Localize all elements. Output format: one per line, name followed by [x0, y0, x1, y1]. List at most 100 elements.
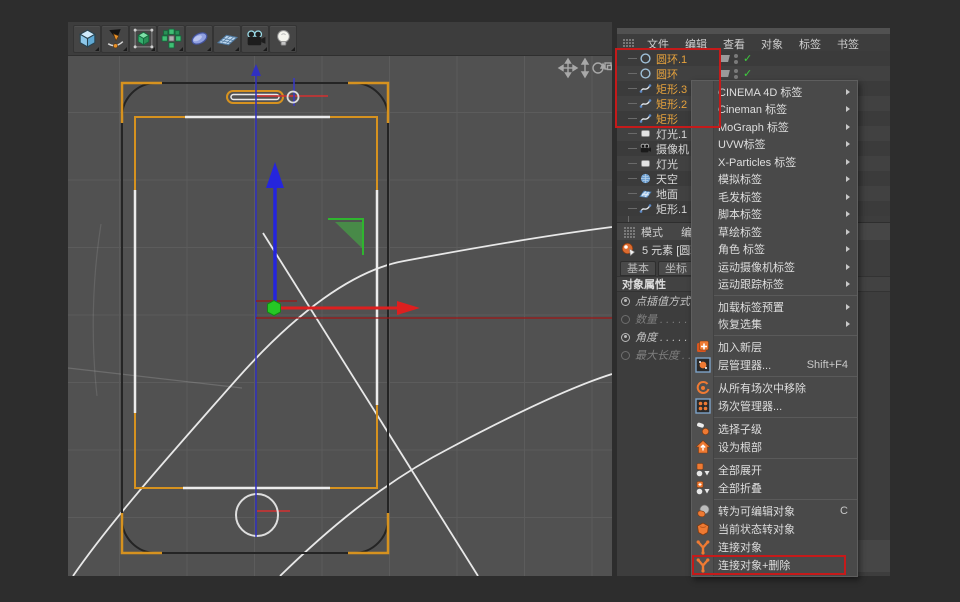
menu-item-毛发标签[interactable]: 毛发标签: [692, 188, 857, 206]
cinema4d-window: 文件编辑查看对象标签书签 圆环.1✓圆环✓矩形.3矩形.2矩形灯光.1摄像机灯光…: [0, 0, 960, 602]
pan-icon[interactable]: [559, 59, 577, 77]
layer-color-icon[interactable]: [719, 70, 730, 77]
menu-item-草绘标签[interactable]: 草绘标签: [692, 223, 857, 241]
menu-item-连接对象-删除[interactable]: 连接对象+删除: [692, 556, 857, 574]
keyframe-circle-icon[interactable]: [621, 351, 630, 360]
submenu-arrow-icon: [846, 159, 850, 165]
menu-item-加载标签预置[interactable]: 加载标签预置: [692, 298, 857, 316]
spline-object-icon: [639, 97, 652, 110]
menu-item-MoGraph-标签[interactable]: MoGraph 标签: [692, 118, 857, 136]
object-label: 矩形.3: [656, 81, 687, 97]
menu-item-连接对象[interactable]: 连接对象: [692, 538, 857, 556]
object-row[interactable]: 圆环✓: [617, 66, 890, 81]
om-menu-4[interactable]: 对象: [753, 36, 791, 52]
spline-curve-lower: [280, 374, 612, 576]
menu-item-全部折叠[interactable]: 全部折叠: [692, 479, 857, 497]
visibility-dots-icon[interactable]: [734, 53, 738, 65]
menu-item-label: 运动摄像机标签: [718, 259, 795, 275]
menu-shortcut: C: [840, 505, 848, 517]
object-label: 矩形: [656, 111, 678, 127]
connect-delete-icon: [695, 557, 711, 573]
panel-grip-icon[interactable]: [622, 38, 634, 50]
keyframe-circle-icon[interactable]: [621, 333, 630, 342]
toggle-view-icon[interactable]: [605, 63, 612, 70]
add-cube-button[interactable]: [73, 25, 101, 53]
rotate-icon[interactable]: [593, 63, 605, 73]
menu-item-从所有场次中移除[interactable]: 从所有场次中移除: [692, 379, 857, 397]
keyframe-circle-icon[interactable]: [621, 315, 630, 324]
menu-item-加入新层[interactable]: 加入新层: [692, 338, 857, 356]
circle-object-icon: [639, 52, 652, 65]
menu-item-脚本标签[interactable]: 脚本标签: [692, 206, 857, 224]
pen-spline-button[interactable]: [101, 25, 129, 53]
menu-item-转为可编辑对象[interactable]: 转为可编辑对象C: [692, 502, 857, 520]
submenu-arrow-icon: [846, 124, 850, 130]
array-generator-button[interactable]: [157, 25, 185, 53]
menu-item-Cineman-标签[interactable]: Cineman 标签: [692, 101, 857, 119]
submenu-corner-icon: [123, 47, 127, 51]
menu-item-label: 全部展开: [718, 462, 762, 478]
tab-基本[interactable]: 基本: [620, 261, 656, 276]
menu-item-label: 加入新层: [718, 339, 762, 355]
submenu-arrow-icon: [846, 264, 850, 270]
visibility-dots-icon[interactable]: [734, 68, 738, 80]
menu-item-当前状态转对象[interactable]: 当前状态转对象: [692, 520, 857, 538]
select-children-icon: [695, 421, 711, 437]
menu-item-label: 从所有场次中移除: [718, 380, 806, 396]
light-object-icon: [639, 157, 652, 170]
deformer-button[interactable]: [185, 25, 213, 53]
submenu-arrow-icon: [846, 304, 850, 310]
tab-坐标[interactable]: 坐标: [658, 261, 694, 276]
menu-item-模拟标签[interactable]: 模拟标签: [692, 171, 857, 189]
menu-item-label: 加载标签预置: [718, 299, 784, 315]
enabled-check-icon[interactable]: ✓: [743, 67, 752, 80]
gizmo-x-arrowhead[interactable]: [397, 301, 420, 315]
tree-tick: [628, 58, 637, 59]
panel-grip-icon[interactable]: [623, 226, 635, 238]
om-menu-5[interactable]: 标签: [791, 36, 829, 52]
viewport-grid: [68, 56, 612, 576]
floor-environment-button[interactable]: [213, 25, 241, 53]
submenu-arrow-icon: [846, 229, 850, 235]
light-button[interactable]: [269, 25, 297, 53]
object-label: 矩形.1: [656, 201, 687, 217]
menu-item-恢复选集[interactable]: 恢复选集: [692, 316, 857, 334]
mode-menu[interactable]: 模式: [641, 224, 663, 240]
submenu-corner-icon: [207, 47, 211, 51]
enabled-check-icon[interactable]: ✓: [743, 52, 752, 65]
menu-item-层管理器---[interactable]: 层管理器...Shift+F4: [692, 356, 857, 374]
menu-item-label: 角色 标签: [718, 241, 765, 257]
green-corner-spline[interactable]: [328, 219, 363, 255]
gizmo-y-arrowhead[interactable]: [266, 162, 284, 188]
submenu-arrow-icon: [846, 106, 850, 112]
submenu-arrow-icon: [846, 281, 850, 287]
phone-home-button-spline[interactable]: [236, 494, 290, 536]
menu-item-场次管理器---[interactable]: 场次管理器...: [692, 397, 857, 415]
menu-item-label: 脚本标签: [718, 206, 762, 222]
object-label: 天空: [656, 171, 678, 187]
om-menu-6[interactable]: 书签: [829, 36, 867, 52]
viewport-nav: [559, 59, 612, 77]
object-row[interactable]: 圆环.1✓: [617, 51, 890, 66]
menu-item-运动跟踪标签[interactable]: 运动跟踪标签: [692, 276, 857, 294]
menu-item-全部展开[interactable]: 全部展开: [692, 461, 857, 479]
viewport[interactable]: [68, 56, 612, 576]
menu-item-X-Particles-标签[interactable]: X-Particles 标签: [692, 153, 857, 171]
om-menu-3[interactable]: 查看: [715, 36, 753, 52]
object-toggles: ✓: [720, 51, 752, 66]
menu-item-设为根部[interactable]: 设为根部: [692, 438, 857, 456]
menu-item-UVW标签[interactable]: UVW标签: [692, 136, 857, 154]
object-label: 灯光.1: [656, 126, 687, 142]
keyframe-circle-icon[interactable]: [621, 297, 630, 306]
om-menu-2[interactable]: 编辑: [677, 36, 715, 52]
subdivision-surface-button[interactable]: [129, 25, 157, 53]
layer-color-icon[interactable]: [719, 55, 730, 62]
menu-item-角色-标签[interactable]: 角色 标签: [692, 241, 857, 259]
camera-button[interactable]: [241, 25, 269, 53]
menu-item-CINEMA-4D-标签[interactable]: CINEMA 4D 标签: [692, 83, 857, 101]
menu-item-选择子级[interactable]: 选择子级: [692, 420, 857, 438]
om-menu-1[interactable]: 文件: [639, 36, 677, 52]
gizmo-origin-handle[interactable]: [268, 301, 281, 316]
menu-item-运动摄像机标签[interactable]: 运动摄像机标签: [692, 258, 857, 276]
dolly-icon[interactable]: [582, 59, 588, 77]
